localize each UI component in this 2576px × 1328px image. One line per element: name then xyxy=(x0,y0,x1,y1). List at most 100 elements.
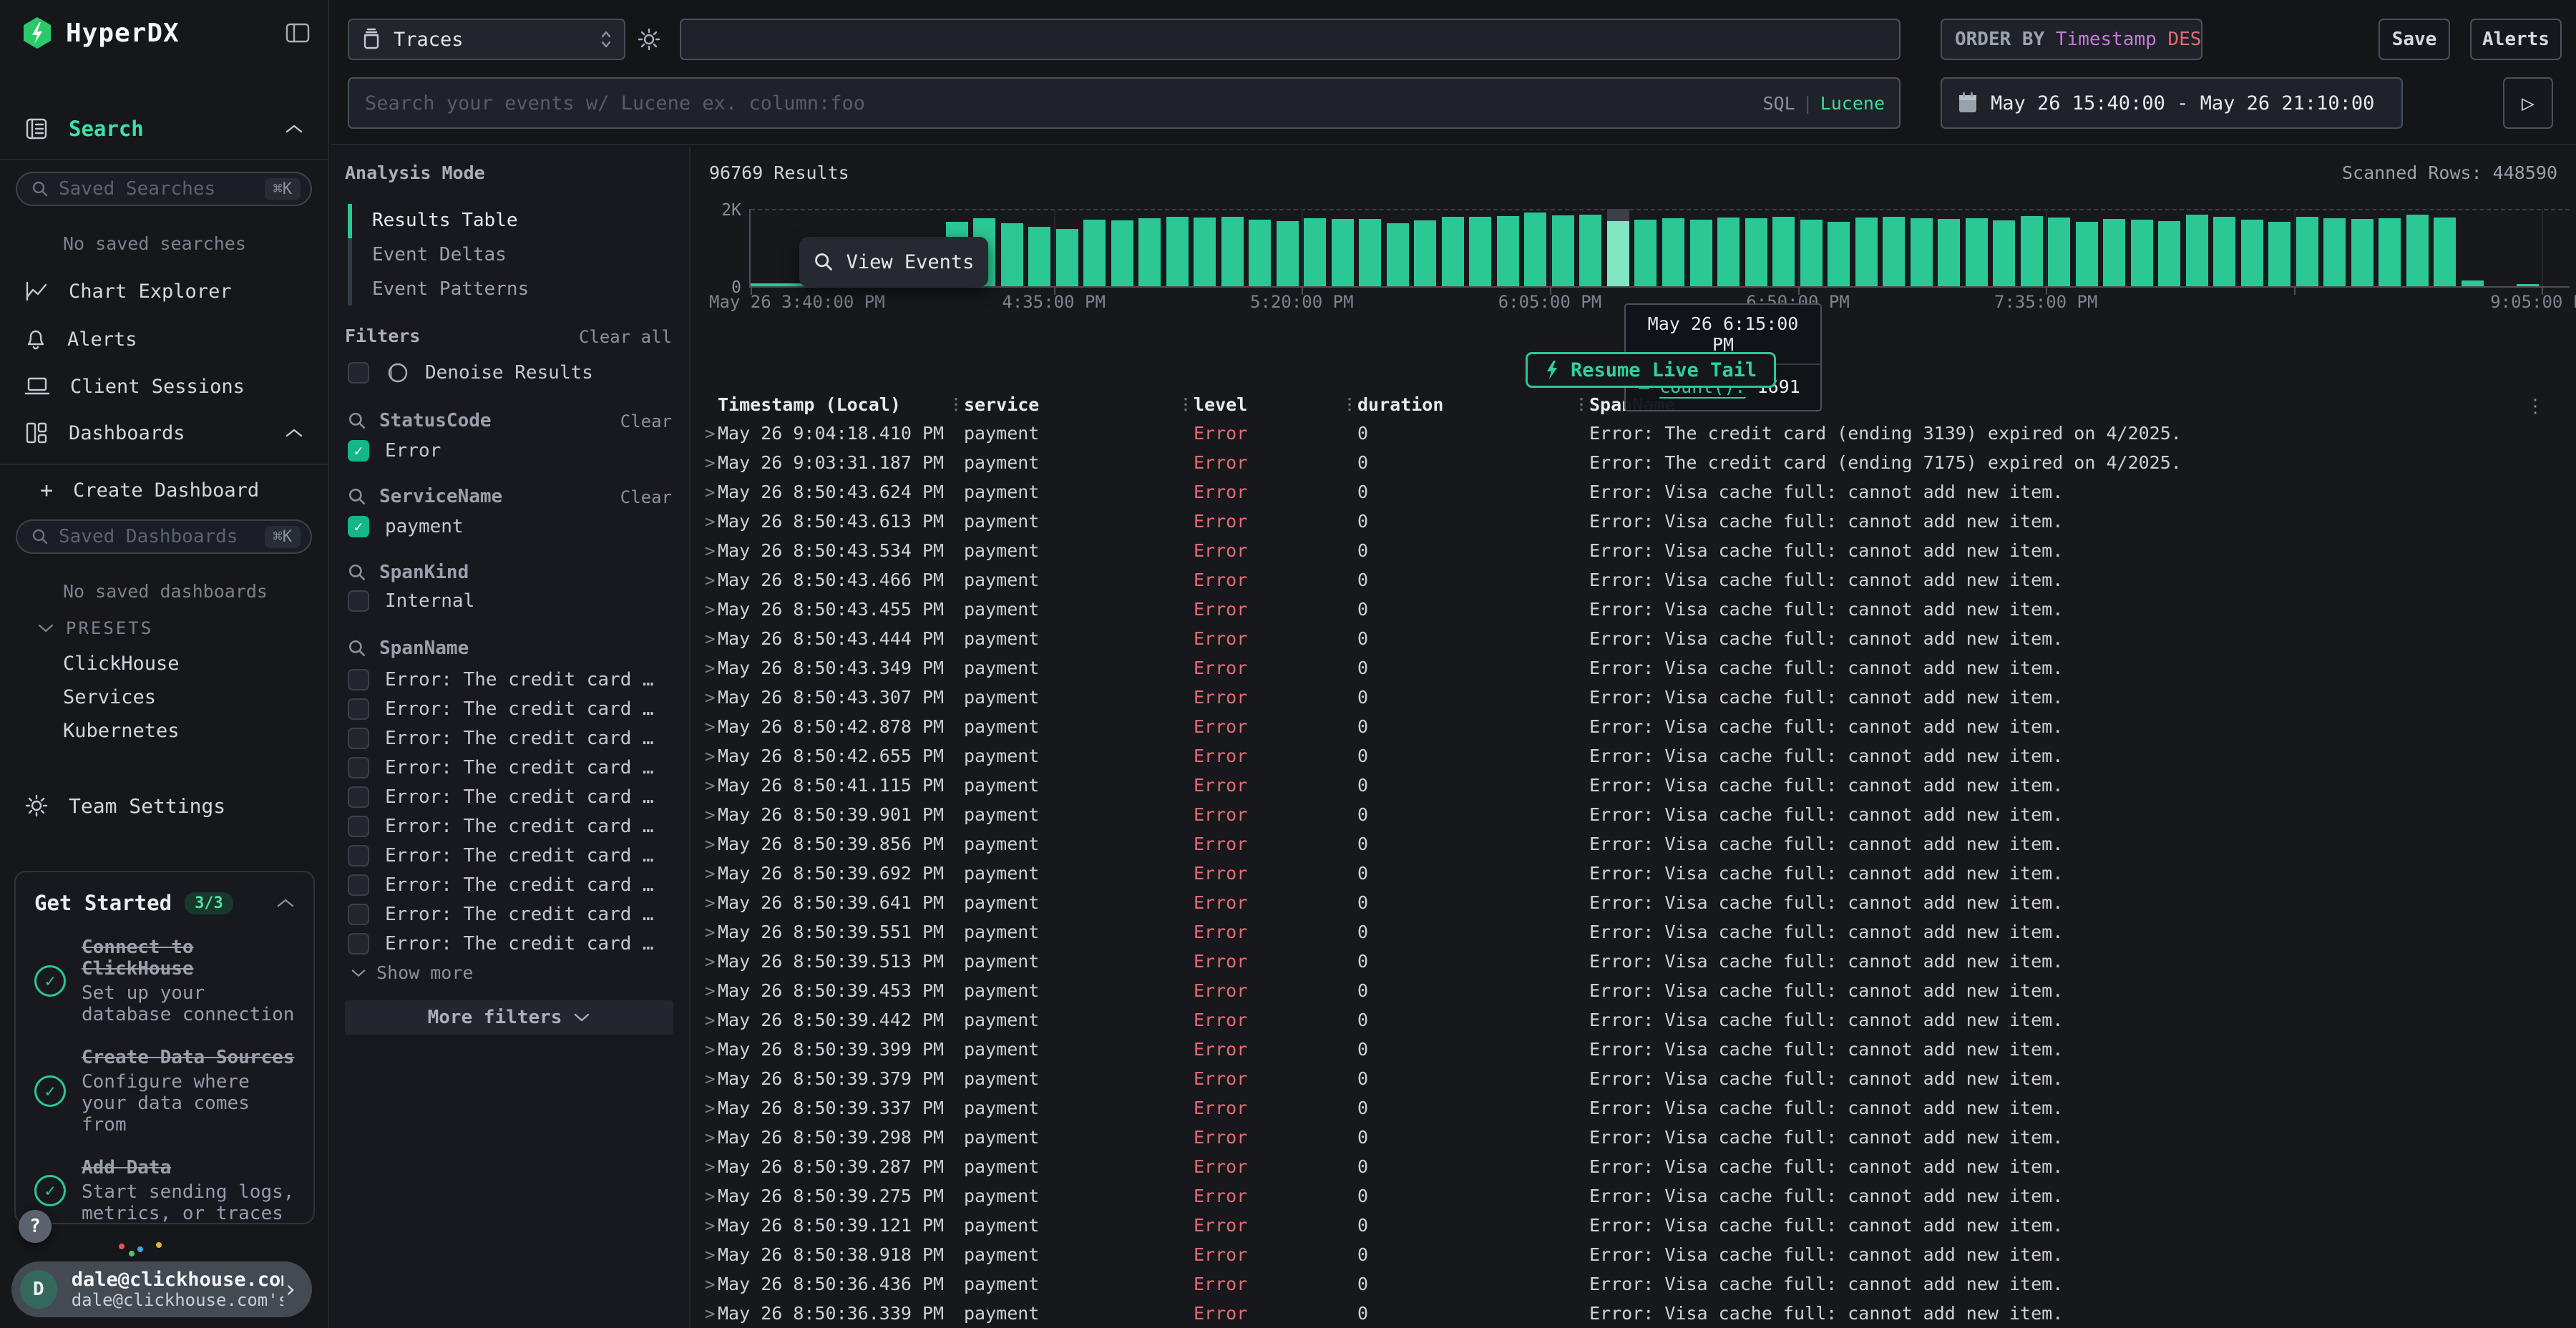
histogram-bar[interactable] xyxy=(2186,215,2208,286)
unchecked-checkbox[interactable] xyxy=(348,874,369,896)
saved-searches-input[interactable]: Saved Searches ⌘K xyxy=(16,172,312,206)
table-row[interactable]: > May 26 8:50:43.455 PM payment Error 0 … xyxy=(692,595,2576,624)
row-expand-icon[interactable]: > xyxy=(692,688,718,708)
histogram-bar[interactable] xyxy=(1745,218,1767,286)
search-icon[interactable] xyxy=(348,487,366,506)
row-expand-icon[interactable]: > xyxy=(692,482,718,502)
filter-option-spanname[interactable]: Error: The credit card … xyxy=(348,841,706,870)
table-row[interactable]: > May 26 8:50:39.551 PM payment Error 0 … xyxy=(692,917,2576,947)
preset-clickhouse[interactable]: ClickHouse xyxy=(63,653,180,675)
row-expand-icon[interactable]: > xyxy=(692,834,718,854)
histogram-bar[interactable] xyxy=(1524,213,1546,286)
resume-live-tail-button[interactable]: Resume Live Tail xyxy=(1526,352,1776,388)
row-expand-icon[interactable]: > xyxy=(692,893,718,913)
sidebar-item-team-settings[interactable]: Team Settings xyxy=(0,787,328,824)
table-row[interactable]: > May 26 8:50:39.399 PM payment Error 0 … xyxy=(692,1035,2576,1064)
table-row[interactable]: > May 26 8:50:39.442 PM payment Error 0 … xyxy=(692,1005,2576,1035)
histogram-bar[interactable] xyxy=(1662,218,1684,286)
histogram-bar[interactable] xyxy=(2158,221,2180,286)
sidebar-item-search[interactable]: Search xyxy=(0,109,328,149)
table-row[interactable]: > May 26 8:50:39.379 PM payment Error 0 … xyxy=(692,1064,2576,1093)
mode-results-table[interactable]: Results Table xyxy=(372,210,518,231)
table-row[interactable]: > May 26 9:03:31.187 PM payment Error 0 … xyxy=(692,448,2576,477)
search-icon[interactable] xyxy=(348,563,366,582)
unchecked-checkbox[interactable] xyxy=(348,590,369,612)
statuscode-clear-link[interactable]: Clear xyxy=(620,411,672,431)
get-started-item[interactable]: ✓ Connect to ClickHouse Set up your data… xyxy=(34,937,295,1025)
order-by-input[interactable]: ORDER BY Timestamp DESC xyxy=(1941,19,2202,60)
histogram-bar[interactable] xyxy=(1332,219,1354,286)
filter-option-spanname[interactable]: Error: The credit card … xyxy=(348,899,706,929)
chevron-up-icon[interactable] xyxy=(285,427,303,439)
unchecked-checkbox[interactable] xyxy=(348,757,369,778)
user-menu[interactable]: D dale@clickhouse.com dale@clickhouse.co… xyxy=(11,1261,312,1317)
histogram-bar[interactable] xyxy=(2268,222,2290,286)
sidebar-item-chart-explorer[interactable]: Chart Explorer xyxy=(0,273,328,309)
histogram-bar[interactable] xyxy=(2517,284,2539,286)
row-expand-icon[interactable]: > xyxy=(692,629,718,649)
row-expand-icon[interactable]: > xyxy=(692,1216,718,1236)
table-row[interactable]: > May 26 9:04:18.410 PM payment Error 0 … xyxy=(692,419,2576,448)
table-row[interactable]: > May 26 8:50:39.692 PM payment Error 0 … xyxy=(692,859,2576,888)
histogram-bar[interactable] xyxy=(1166,217,1189,286)
histogram-bar[interactable] xyxy=(1359,219,1381,286)
histogram-bar[interactable] xyxy=(1249,220,1271,286)
histogram-bar[interactable] xyxy=(1497,216,1519,286)
table-row[interactable]: > May 26 8:50:39.337 PM payment Error 0 … xyxy=(692,1093,2576,1123)
source-select[interactable]: Traces xyxy=(348,19,625,60)
clear-all-link[interactable]: Clear all xyxy=(579,327,672,347)
row-expand-icon[interactable]: > xyxy=(692,1098,718,1118)
histogram-bar[interactable] xyxy=(1414,220,1436,286)
filter-option-spanname[interactable]: Error: The credit card … xyxy=(348,782,706,811)
histogram-bar[interactable] xyxy=(2351,219,2373,286)
histogram-bar[interactable] xyxy=(2462,280,2484,286)
view-events-popup[interactable]: View Events xyxy=(799,237,988,287)
col-service[interactable]: service xyxy=(964,394,1178,415)
histogram-bar[interactable] xyxy=(2323,218,2346,286)
run-query-button[interactable]: ▷ xyxy=(2503,77,2553,129)
more-filters-button[interactable]: More filters xyxy=(345,1000,673,1035)
chevron-up-icon[interactable] xyxy=(285,123,303,135)
row-expand-icon[interactable]: > xyxy=(692,717,718,737)
histogram-bar[interactable] xyxy=(2213,217,2235,286)
histogram-bar[interactable] xyxy=(1304,218,1326,286)
table-row[interactable]: > May 26 8:50:43.466 PM payment Error 0 … xyxy=(692,565,2576,595)
histogram-bar[interactable] xyxy=(2131,220,2153,286)
create-dashboard-button[interactable]: + Create Dashboard xyxy=(0,474,328,507)
row-expand-icon[interactable]: > xyxy=(692,1157,718,1177)
row-expand-icon[interactable]: > xyxy=(692,541,718,561)
histogram-bar[interactable] xyxy=(1387,223,1409,286)
filter-option-spanname[interactable]: Error: The credit card … xyxy=(348,665,706,694)
row-expand-icon[interactable]: > xyxy=(692,1186,718,1206)
histogram-bar[interactable] xyxy=(2379,218,2401,286)
search-icon[interactable] xyxy=(348,411,366,430)
filter-option-internal[interactable]: Internal xyxy=(348,590,474,612)
row-expand-icon[interactable]: > xyxy=(692,776,718,796)
query-language-toggle[interactable]: SQL|Lucene xyxy=(1762,93,1885,114)
histogram-bar[interactable] xyxy=(1690,220,1712,286)
row-expand-icon[interactable]: > xyxy=(692,1128,718,1148)
row-expand-icon[interactable]: > xyxy=(692,453,718,473)
row-expand-icon[interactable]: > xyxy=(692,922,718,942)
histogram-bar[interactable] xyxy=(1056,229,1078,286)
table-row[interactable]: > May 26 8:50:43.307 PM payment Error 0 … xyxy=(692,683,2576,712)
table-options-kebab-icon[interactable]: ⋮ xyxy=(2526,396,2545,417)
denoise-filter[interactable]: Denoise Results xyxy=(348,361,593,384)
histogram-bar[interactable] xyxy=(2241,220,2263,286)
histogram-bar[interactable] xyxy=(2076,222,2098,286)
help-button[interactable]: ? xyxy=(19,1210,52,1243)
histogram-bar[interactable] xyxy=(1855,218,1878,286)
filter-option-spanname[interactable]: Error: The credit card … xyxy=(348,929,706,958)
col-level[interactable]: level xyxy=(1194,394,1342,415)
row-expand-icon[interactable]: > xyxy=(692,1040,718,1060)
row-expand-icon[interactable]: > xyxy=(692,1069,718,1089)
table-row[interactable]: > May 26 8:50:36.339 PM payment Error 0 … xyxy=(692,1299,2576,1328)
row-expand-icon[interactable]: > xyxy=(692,1010,718,1030)
save-button[interactable]: Save xyxy=(2379,19,2450,60)
chevron-up-icon[interactable] xyxy=(276,897,295,909)
histogram-bar[interactable] xyxy=(1938,219,1960,286)
table-row[interactable]: > May 26 8:50:43.444 PM payment Error 0 … xyxy=(692,624,2576,653)
row-expand-icon[interactable]: > xyxy=(692,512,718,532)
table-row[interactable]: > May 26 8:50:39.453 PM payment Error 0 … xyxy=(692,976,2576,1005)
histogram-bar[interactable] xyxy=(1277,221,1299,286)
